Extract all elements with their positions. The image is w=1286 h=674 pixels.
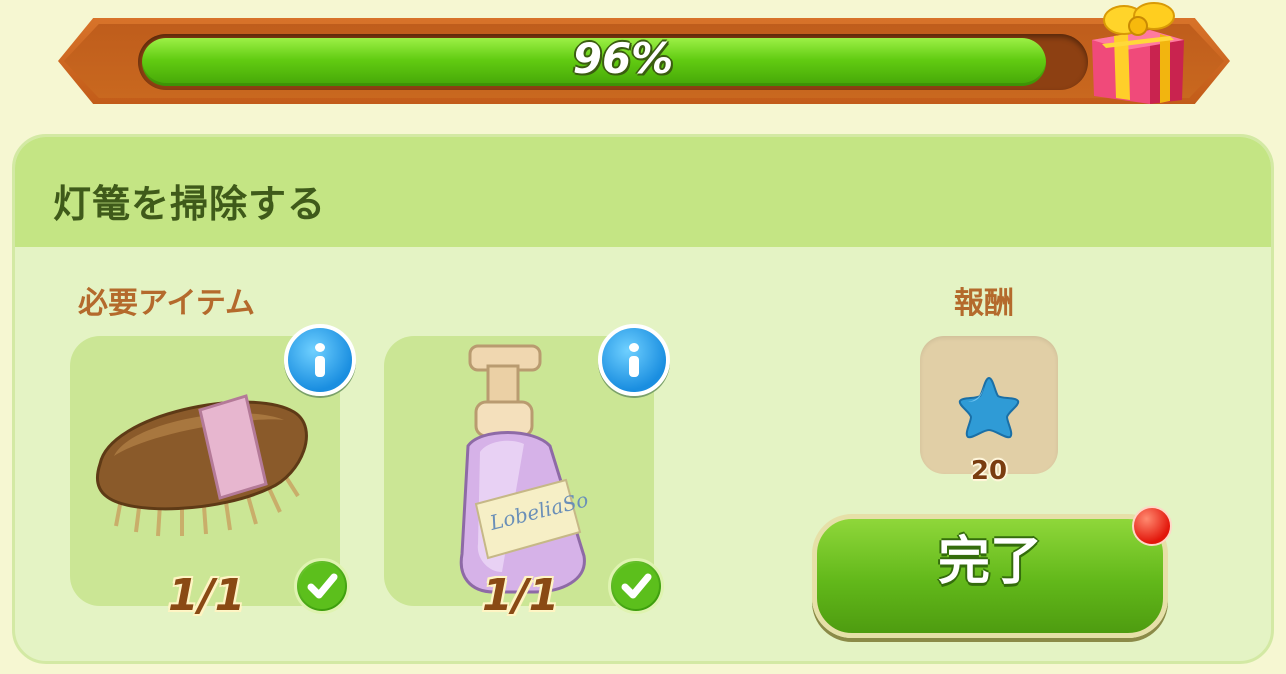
required-item-card[interactable]: LobeliaSo 1/1	[384, 324, 670, 621]
blue-star-icon	[958, 376, 1020, 439]
required-item-card[interactable]: 1/1	[70, 324, 356, 621]
info-icon	[629, 343, 639, 377]
item-info-button[interactable]	[284, 324, 356, 396]
progress-percent-text: 96%	[572, 34, 674, 83]
reward-amount: 20	[970, 456, 1008, 486]
task-header: 灯篭を掃除する	[15, 137, 1271, 247]
item-count: 1/1	[168, 570, 246, 621]
item-count: 1/1	[482, 570, 560, 621]
required-items-label: 必要アイテム	[78, 286, 255, 321]
checkmark-icon	[608, 558, 664, 614]
notification-dot	[1132, 506, 1172, 546]
complete-button[interactable]: 完了	[812, 514, 1168, 638]
info-icon	[315, 343, 325, 377]
complete-button-label: 完了	[937, 532, 1042, 592]
gift-box-icon[interactable]	[1080, 0, 1190, 112]
item-info-button[interactable]	[598, 324, 670, 396]
reward-label: 報酬	[954, 286, 1014, 321]
reward-card[interactable]	[920, 336, 1058, 474]
task-title: 灯篭を掃除する	[53, 182, 327, 226]
checkmark-icon	[294, 558, 350, 614]
